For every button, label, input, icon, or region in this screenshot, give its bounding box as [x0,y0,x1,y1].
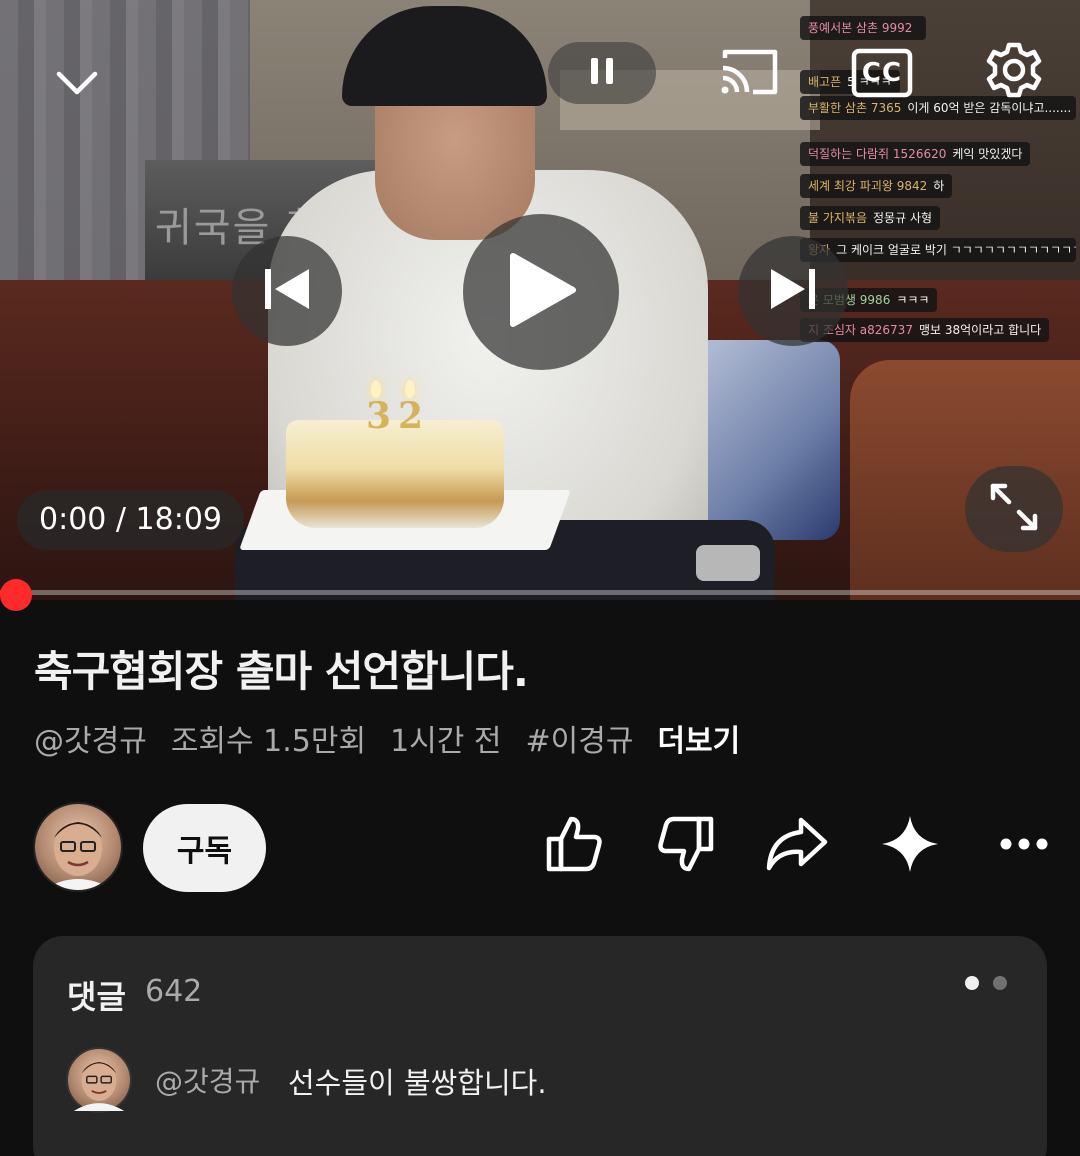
fullscreen-button[interactable] [965,466,1063,552]
progress-bar[interactable] [0,590,1080,595]
more-description-link[interactable]: 더보기 [657,716,740,760]
chat-nickname: 불 가지볶음 [808,211,868,225]
time-display: 0:00 / 18:09 [17,490,245,550]
skip-previous-icon [261,265,313,317]
pause-button[interactable] [548,42,656,104]
video-metadata[interactable]: @갓경규 조회수 1.5만회 1시간 전 #이경규 더보기 [34,716,740,760]
action-bar: 구독 [0,800,1080,896]
video-frame-pillow [690,340,840,540]
thumbs-up-icon [543,813,605,879]
subscribe-button[interactable]: 구독 [143,804,266,892]
comments-count: 642 [145,974,203,1009]
captions-label: CC [861,58,903,88]
fullscreen-icon [987,480,1041,538]
avatar-face-icon [43,820,113,890]
like-button[interactable] [542,814,606,878]
dislike-button[interactable] [654,814,718,878]
chat-message: 풍예서본 삼촌 9992 [800,16,927,40]
upload-time: 1시간 전 [390,724,502,759]
chat-nickname: 배고픈 [808,75,842,89]
share-button[interactable] [765,814,829,878]
chat-text: 그 케이크 얼굴로 박기 ㄱㄱㄱㄱㄱㄱㄱㄱㄱㄱㄱㄱㄱㄱㄱㄱㄱㄱㄱㄱㄱㄱ [836,243,1076,257]
comment-author-avatar [66,1047,132,1113]
avatar-face-icon [73,1060,125,1111]
thumbs-down-icon [655,813,717,879]
chevron-down-icon [55,68,99,102]
comment-author: @갓경규 [155,1065,261,1098]
chat-nickname: 덕질하는 다람쥐 1526620 [808,147,947,161]
play-icon [503,250,579,334]
video-frame-watch [696,545,760,581]
minimize-player-button[interactable] [50,58,104,112]
pause-icon [587,55,617,91]
settings-button[interactable] [982,40,1046,104]
play-button[interactable] [463,214,619,370]
channel-handle[interactable]: @갓경규 [34,716,147,760]
candle-digit: 3 [366,395,392,437]
share-icon [765,814,829,878]
progress-scrubber-handle[interactable] [0,579,32,611]
chat-text: 정몽규 사형 [873,211,933,225]
comment-text: 선수들이 불쌍합니다. [288,1066,547,1100]
chat-text: 케익 맛있겠다 [952,147,1023,161]
view-count: 조회수 1.5만회 [170,724,367,759]
skip-next-icon [767,265,819,317]
next-video-button[interactable] [738,236,848,346]
chat-text: 하 [933,179,945,193]
sparkle-icon [878,812,942,880]
chat-text: 맹보 38억이라고 합니다 [918,323,1042,337]
video-frame-cake [286,420,504,528]
cast-button[interactable] [718,46,782,102]
captions-button[interactable]: CC [850,46,914,100]
chat-message: 불 가지볶음 정몽규 사형 [800,206,941,230]
candle-digit: 2 [398,395,424,437]
carousel-dot-active [965,976,979,990]
comments-label: 댓글 [67,978,126,1016]
comments-panel[interactable]: 댓글 642 @갓경규 선수들이 불쌍합니다. [33,936,1047,1156]
more-icon [999,836,1049,856]
video-player[interactable]: 귀국을 환영 3 2 풍예서본 삼촌 9992 배고픈 5 ㅋㅋㅋ 부활한 삼촌 73… [0,0,1080,600]
chat-nickname: 부활한 삼촌 7365 [808,101,902,115]
gear-icon [985,41,1043,103]
carousel-dot [993,976,1007,990]
chat-nickname: 세계 최강 파괴왕 9842 [808,179,928,193]
chat-message: 덕질하는 다람쥐 1526620 케익 맛있겠다 [800,142,1031,166]
chat-text: ㅋㅋㅋ [896,293,930,307]
chat-message: 왕자그 케이크 얼굴로 박기 ㄱㄱㄱㄱㄱㄱㄱㄱㄱㄱㄱㄱㄱㄱㄱㄱㄱㄱㄱㄱㄱㄱ [800,238,1076,262]
cast-icon [719,46,781,102]
channel-avatar[interactable] [33,802,123,892]
ask-ai-button[interactable] [878,814,942,878]
chat-nickname: 풍예서본 삼촌 9992 [808,21,913,35]
hashtag-link[interactable]: #이경규 [526,716,634,760]
more-actions-button[interactable] [992,814,1056,878]
chat-message: 세계 최강 파괴왕 9842 하 [800,174,953,198]
video-title[interactable]: 축구협회장 출마 선언합니다. [34,638,529,699]
previous-video-button[interactable] [232,236,342,346]
